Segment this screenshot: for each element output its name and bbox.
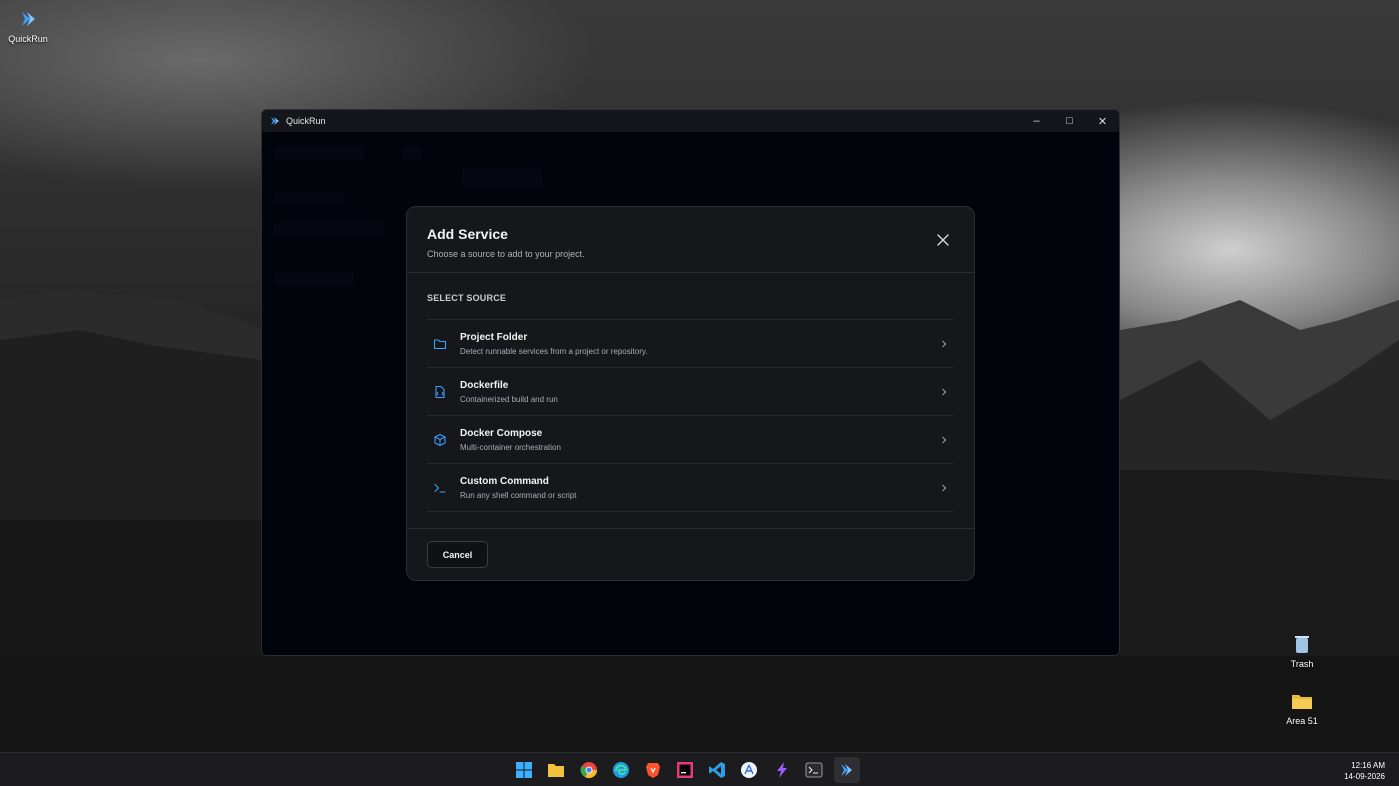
taskbar-chrome[interactable] [580, 761, 598, 779]
dialog-header: Add Service Choose a source to add to yo… [407, 207, 974, 273]
cancel-button[interactable]: Cancel [427, 541, 488, 568]
desktop-icon-area51[interactable]: Area 51 [1274, 688, 1330, 726]
lightning-icon [777, 762, 787, 778]
option-custom-command[interactable]: Custom Command Run any shell command or … [427, 464, 954, 512]
file-icon [435, 385, 445, 398]
windows-icon [516, 762, 532, 778]
add-service-dialog: Add Service Choose a source to add to yo… [406, 206, 975, 581]
jetbrains-icon [677, 762, 693, 778]
dialog-footer: Cancel [407, 528, 974, 580]
taskbar-store-app[interactable] [740, 761, 758, 779]
window-title: QuickRun [286, 116, 326, 126]
taskbar-edge[interactable] [612, 761, 630, 779]
clock-date: 14-09-2026 [1344, 772, 1385, 781]
minimize-button[interactable]: – [1020, 110, 1053, 132]
clock-time: 12:16 AM [1351, 761, 1385, 770]
quickrun-logo-icon [271, 117, 279, 125]
option-text: Project Folder Detect runnable services … [460, 332, 940, 356]
taskbar-quickrun[interactable] [834, 757, 860, 783]
option-text: Docker Compose Multi-container orchestra… [460, 428, 940, 452]
taskbar: 12:16 AM 14-09-2026 [0, 752, 1399, 786]
dialog-title: Add Service [427, 226, 508, 242]
minimize-icon: – [1033, 115, 1040, 127]
chevron-right-icon [942, 340, 947, 347]
taskbar-file-explorer[interactable] [547, 761, 565, 779]
option-dockerfile[interactable]: Dockerfile Containerized build and run [427, 368, 954, 416]
desktop-icon-trash[interactable]: Trash [1274, 631, 1330, 669]
close-icon: ✕ [1097, 115, 1108, 128]
desktop-icon-quickrun[interactable]: QuickRun [0, 6, 56, 44]
chevron-right-icon [942, 388, 947, 395]
option-docker-compose[interactable]: Docker Compose Multi-container orchestra… [427, 416, 954, 464]
quickrun-icon [15, 6, 41, 32]
brave-icon [646, 763, 660, 778]
option-name: Project Folder [460, 331, 528, 343]
folder-icon [1289, 688, 1315, 714]
taskbar-lightning-app[interactable] [773, 761, 791, 779]
taskbar-clock[interactable]: 12:16 AM 14-09-2026 [1344, 760, 1385, 782]
folder-icon [548, 764, 564, 777]
trash-icon [1289, 631, 1315, 657]
maximize-icon: □ [1066, 115, 1073, 127]
option-description: Run any shell command or script [460, 490, 577, 500]
option-name: Dockerfile [460, 379, 509, 391]
edge-icon [613, 762, 629, 778]
close-dialog-icon[interactable] [936, 233, 950, 247]
option-text: Dockerfile Containerized build and run [460, 380, 940, 404]
chevron-right-icon [942, 484, 947, 491]
taskbar-brave[interactable] [644, 761, 662, 779]
option-text: Custom Command Run any shell command or … [460, 476, 940, 500]
option-project-folder[interactable]: Project Folder Detect runnable services … [427, 320, 954, 368]
desktop-icon-label: Area 51 [1286, 716, 1318, 726]
close-window-button[interactable]: ✕ [1086, 110, 1119, 132]
option-name: Docker Compose [460, 427, 543, 439]
option-name: Custom Command [460, 475, 549, 487]
maximize-button[interactable]: □ [1053, 110, 1086, 132]
taskbar-jetbrains[interactable] [676, 761, 694, 779]
chrome-icon [580, 762, 598, 779]
window-titlebar[interactable]: QuickRun – □ ✕ [262, 110, 1119, 132]
option-description: Containerized build and run [460, 394, 558, 404]
app-store-icon [741, 762, 757, 778]
desktop-icon-label: Trash [1290, 659, 1314, 669]
cube-icon [434, 433, 446, 446]
folder-icon [433, 338, 447, 349]
vscode-icon [709, 762, 725, 778]
desktop-icon-label: QuickRun [8, 34, 48, 44]
taskbar-vscode[interactable] [708, 761, 726, 779]
quickrun-icon [841, 764, 852, 776]
terminal-icon [434, 483, 446, 493]
taskbar-terminal[interactable] [805, 761, 823, 779]
section-label: SELECT SOURCE [427, 293, 507, 303]
start-button[interactable] [515, 761, 533, 779]
terminal-icon [805, 762, 823, 778]
option-description: Multi-container orchestration [460, 442, 561, 452]
chevron-right-icon [942, 436, 947, 443]
dialog-subtitle: Choose a source to add to your project. [427, 249, 585, 259]
option-description: Detect runnable services from a project … [460, 346, 648, 356]
source-options-list: Project Folder Detect runnable services … [427, 319, 954, 512]
